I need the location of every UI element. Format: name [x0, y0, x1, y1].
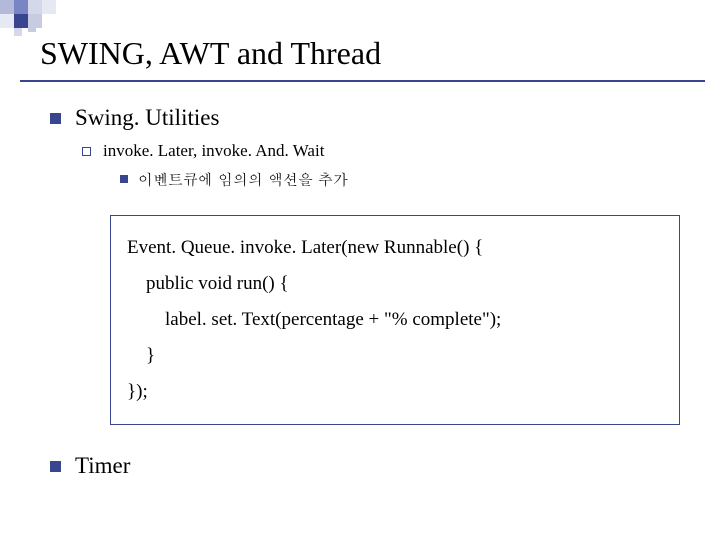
square-bullet-icon	[50, 113, 61, 124]
bullet-level1-timer: Timer	[50, 453, 700, 479]
code-line-2: public void run() {	[127, 266, 663, 302]
code-line-1: Event. Queue. invoke. Later(new Runnable…	[127, 230, 663, 266]
level1-text: Swing. Utilities	[75, 105, 219, 131]
level2-text: invoke. Later, invoke. And. Wait	[103, 141, 324, 161]
bullet-level2-invoke: invoke. Later, invoke. And. Wait	[82, 141, 700, 161]
code-line-3: label. set. Text(percentage + "% complet…	[127, 302, 663, 338]
slide-title: SWING, AWT and Thread	[40, 35, 700, 72]
title-underline	[20, 80, 705, 82]
corner-decoration	[0, 0, 90, 30]
level1-text-timer: Timer	[75, 453, 130, 479]
square-bullet-icon	[50, 461, 61, 472]
hollow-square-bullet-icon	[82, 147, 91, 156]
code-line-5: });	[127, 374, 663, 410]
level3-text: 이벤트큐에 임의의 액션을 추가	[138, 169, 348, 190]
small-square-bullet-icon	[120, 175, 128, 183]
slide-content: Swing. Utilities invoke. Later, invoke. …	[50, 105, 700, 479]
code-line-4: }	[127, 338, 663, 374]
bullet-level1-swingutilities: Swing. Utilities	[50, 105, 700, 131]
code-box: Event. Queue. invoke. Later(new Runnable…	[110, 215, 680, 425]
bullet-level3-eventqueue: 이벤트큐에 임의의 액션을 추가	[120, 169, 700, 190]
